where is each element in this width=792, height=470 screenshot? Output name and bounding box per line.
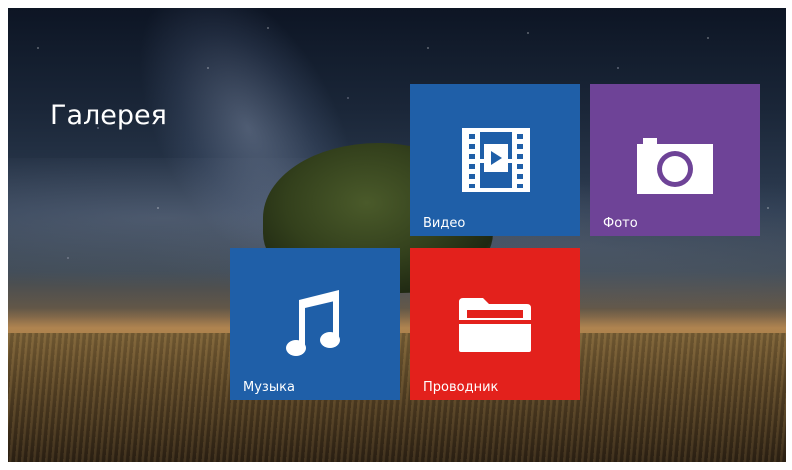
- music-note-icon: [286, 290, 340, 356]
- tile-music-label: Музыка: [243, 380, 295, 395]
- tile-explorer[interactable]: Проводник: [410, 248, 580, 400]
- page-title: Галерея: [50, 100, 167, 131]
- gallery-screen: Галерея Видео Фото Музыка Проводник: [8, 8, 786, 462]
- tile-music[interactable]: Музыка: [230, 248, 400, 400]
- camera-icon: [637, 138, 713, 194]
- tile-photo-label: Фото: [603, 216, 638, 231]
- tile-video-label: Видео: [423, 216, 466, 231]
- film-play-icon: [462, 128, 530, 192]
- tile-explorer-label: Проводник: [423, 380, 499, 395]
- folder-open-icon: [459, 298, 531, 352]
- tile-photo[interactable]: Фото: [590, 84, 760, 236]
- tile-video[interactable]: Видео: [410, 84, 580, 236]
